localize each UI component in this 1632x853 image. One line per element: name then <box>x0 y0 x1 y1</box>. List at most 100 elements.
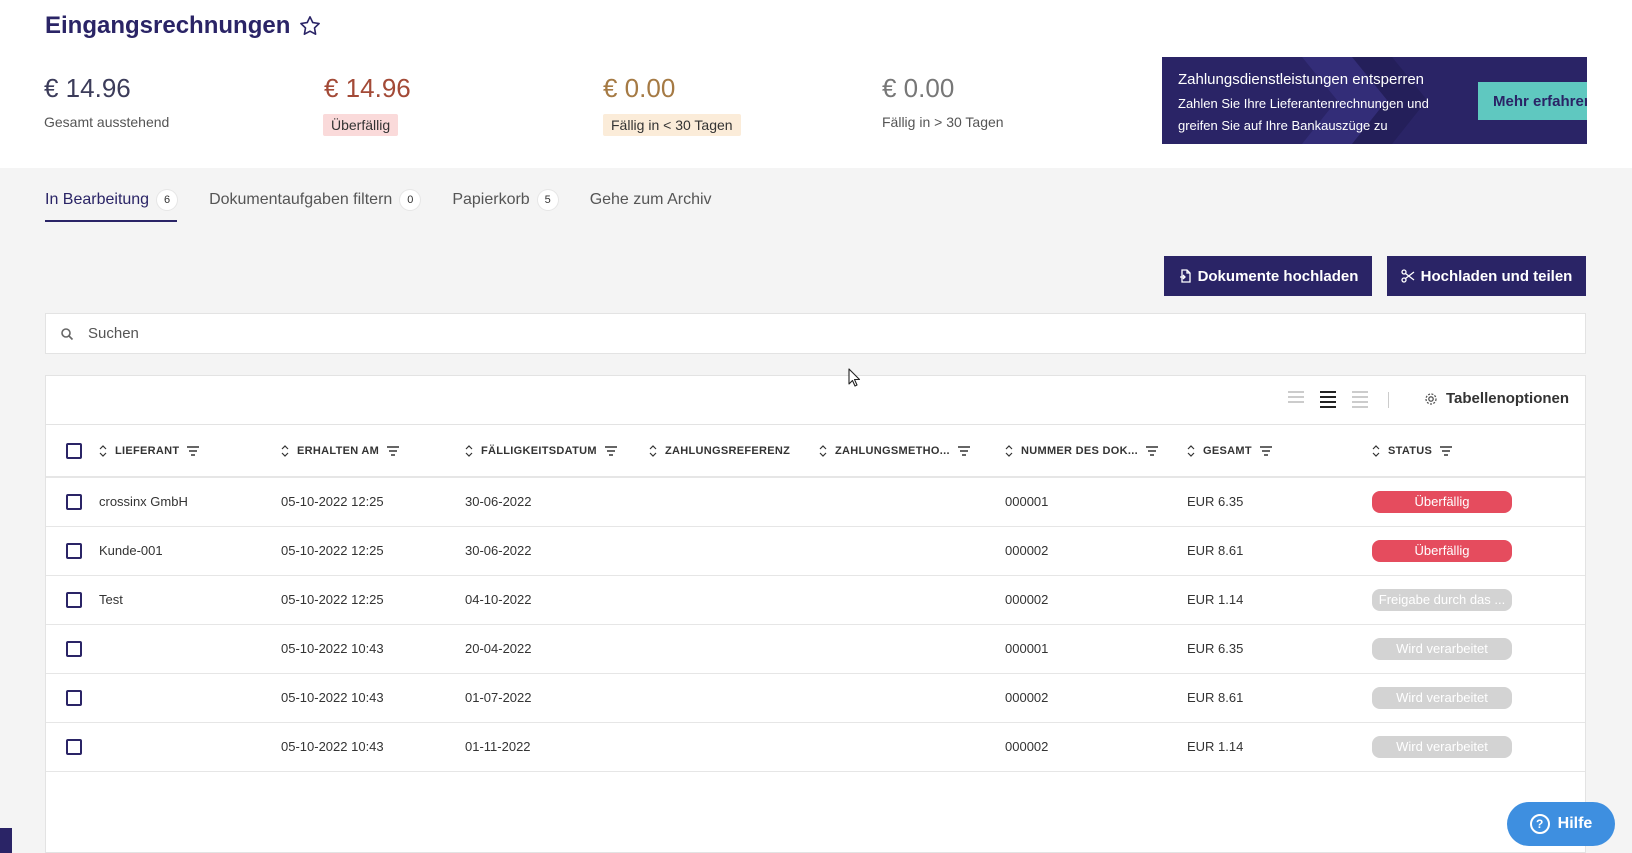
sort-icon[interactable] <box>819 444 827 457</box>
tab-count-badge: 0 <box>400 190 421 210</box>
tab-label: Papierkorb <box>452 191 530 208</box>
filter-icon[interactable] <box>187 445 200 456</box>
density-comfortable-icon[interactable] <box>1288 391 1304 403</box>
sidebar-collapsed-tab[interactable] <box>0 828 12 853</box>
row-checkbox[interactable] <box>66 738 82 755</box>
row-checkbox[interactable] <box>66 640 82 657</box>
filter-icon[interactable] <box>1259 445 1272 456</box>
banner-text: Zahlen Sie Ihre Lieferantenrechnungen un… <box>1178 96 1429 133</box>
cell-supplier <box>99 673 281 722</box>
toolbar-divider <box>1388 392 1389 408</box>
column-header-supplier[interactable]: LIEFERANT <box>99 425 281 477</box>
stat-due-under-30: € 0.00 Fällig in < 30 Tagen <box>603 72 741 136</box>
upload-and-split-button[interactable]: Hochladen und teilen <box>1387 256 1586 296</box>
search-input[interactable] <box>88 325 1488 342</box>
density-standard-icon[interactable] <box>1320 391 1336 408</box>
tab-label: Dokumentaufgaben filtern <box>209 191 393 208</box>
stat-amount: € 14.96 <box>44 73 131 103</box>
status-badge: Überfällig <box>1372 539 1512 562</box>
sort-icon[interactable] <box>465 444 473 457</box>
cell-total: EUR 6.35 <box>1187 641 1244 656</box>
sort-icon[interactable] <box>1187 444 1195 457</box>
column-header-payment-reference[interactable]: ZAHLUNGSREFERENZ <box>649 425 819 477</box>
column-header-received[interactable]: ERHALTEN AM <box>281 425 465 477</box>
cell-received: 05-10-2022 10:43 <box>281 641 384 656</box>
search-icon <box>61 327 74 340</box>
stat-label: Fällig in < 30 Tagen <box>603 114 741 136</box>
cell-document-number: 000002 <box>1005 690 1049 705</box>
column-header-payment-method[interactable]: ZAHLUNGSMETHO... <box>819 425 1005 477</box>
star-outline-icon[interactable] <box>298 14 322 38</box>
filter-icon[interactable] <box>1145 445 1158 456</box>
tab-trash[interactable]: Papierkorb 5 <box>452 190 558 222</box>
cell-payment-reference <box>649 477 819 526</box>
density-compact-icon[interactable] <box>1352 391 1368 408</box>
document-upload-icon <box>1179 269 1191 283</box>
cell-due-date: 01-07-2022 <box>465 690 532 705</box>
cell-due-date: 20-04-2022 <box>465 641 532 656</box>
gear-icon <box>1425 392 1437 405</box>
invoice-table: LIEFERANT ERHALTEN AM FÄLLIGKEITSDATUM Z… <box>46 425 1585 772</box>
tab-bar: In Bearbeitung 6 Dokumentaufgaben filter… <box>45 190 712 222</box>
cell-document-number: 000002 <box>1005 592 1049 607</box>
table-row[interactable]: crossinx GmbH 05-10-2022 12:25 30-06-202… <box>46 477 1585 526</box>
cell-total: EUR 1.14 <box>1187 739 1244 754</box>
table-row[interactable]: 05-10-2022 10:43 01-07-2022 000002 EUR 8… <box>46 673 1585 722</box>
row-checkbox[interactable] <box>66 689 82 706</box>
search-bar <box>45 313 1586 354</box>
tab-go-to-archive[interactable]: Gehe zum Archiv <box>590 190 712 222</box>
column-header-due-date[interactable]: FÄLLIGKEITSDATUM <box>465 425 649 477</box>
filter-icon[interactable] <box>957 445 970 456</box>
cell-document-number: 000002 <box>1005 739 1049 754</box>
tab-label: Gehe zum Archiv <box>589 191 712 208</box>
cell-payment-reference <box>649 624 819 673</box>
banner-title: Zahlungsdienstleistungen entsperren <box>1178 71 1424 88</box>
filter-icon[interactable] <box>1440 445 1453 456</box>
cell-payment-method <box>819 673 1005 722</box>
column-header-status[interactable]: STATUS <box>1372 425 1479 477</box>
learn-more-button[interactable]: Mehr erfahren <box>1478 82 1587 120</box>
filter-icon[interactable] <box>387 445 400 456</box>
row-checkbox[interactable] <box>66 493 82 510</box>
filter-icon[interactable] <box>604 445 617 456</box>
cell-total: EUR 8.61 <box>1187 690 1244 705</box>
scissors-icon <box>1401 269 1415 283</box>
table-header-row: LIEFERANT ERHALTEN AM FÄLLIGKEITSDATUM Z… <box>46 425 1585 477</box>
status-badge: Wird verarbeitet <box>1372 637 1512 660</box>
page-title: Eingangsrechnungen <box>45 12 322 40</box>
cell-due-date: 04-10-2022 <box>465 592 532 607</box>
sort-icon[interactable] <box>99 444 107 457</box>
stat-amount: € 14.96 <box>324 73 411 103</box>
sort-icon[interactable] <box>649 444 657 457</box>
sort-icon[interactable] <box>1372 444 1380 457</box>
tab-count-badge: 6 <box>157 190 178 210</box>
stat-label: Überfällig <box>323 114 399 136</box>
cell-total: EUR 6.35 <box>1187 494 1244 510</box>
status-badge: Überfällig <box>1372 490 1512 513</box>
cell-received: 05-10-2022 10:43 <box>281 739 384 754</box>
cell-supplier: crossinx GmbH <box>99 494 188 510</box>
column-header-total[interactable]: GESAMT <box>1187 425 1372 477</box>
stat-amount: € 0.00 <box>882 73 955 103</box>
table-row[interactable]: Kunde-001 05-10-2022 12:25 30-06-2022 00… <box>46 526 1585 575</box>
table-row[interactable]: 05-10-2022 10:43 01-11-2022 000002 EUR 1… <box>46 722 1585 771</box>
tab-in-progress[interactable]: In Bearbeitung 6 <box>45 190 178 222</box>
row-checkbox[interactable] <box>66 591 82 608</box>
cell-received: 05-10-2022 12:25 <box>281 592 384 607</box>
row-checkbox[interactable] <box>66 542 82 559</box>
table-row[interactable]: Test 05-10-2022 12:25 04-10-2022 000002 … <box>46 575 1585 624</box>
sort-icon[interactable] <box>281 444 289 457</box>
sort-icon[interactable] <box>1005 444 1013 457</box>
help-button[interactable]: ? Hilfe <box>1507 802 1615 846</box>
table-row[interactable]: 05-10-2022 10:43 20-04-2022 000001 EUR 6… <box>46 624 1585 673</box>
tab-filter-document-tasks[interactable]: Dokumentaufgaben filtern 0 <box>209 190 421 222</box>
column-header-document-number[interactable]: NUMMER DES DOK... <box>1005 425 1187 477</box>
table-options-button[interactable]: Tabellenoptionen <box>1424 390 1569 407</box>
select-all-checkbox[interactable] <box>66 442 82 459</box>
upload-documents-button[interactable]: Dokumente hochladen <box>1164 256 1372 296</box>
cell-due-date: 01-11-2022 <box>465 739 531 754</box>
cell-payment-method <box>819 477 1005 526</box>
cell-payment-method <box>819 526 1005 575</box>
cell-document-number: 000002 <box>1005 543 1049 558</box>
cell-due-date: 30-06-2022 <box>465 494 532 510</box>
